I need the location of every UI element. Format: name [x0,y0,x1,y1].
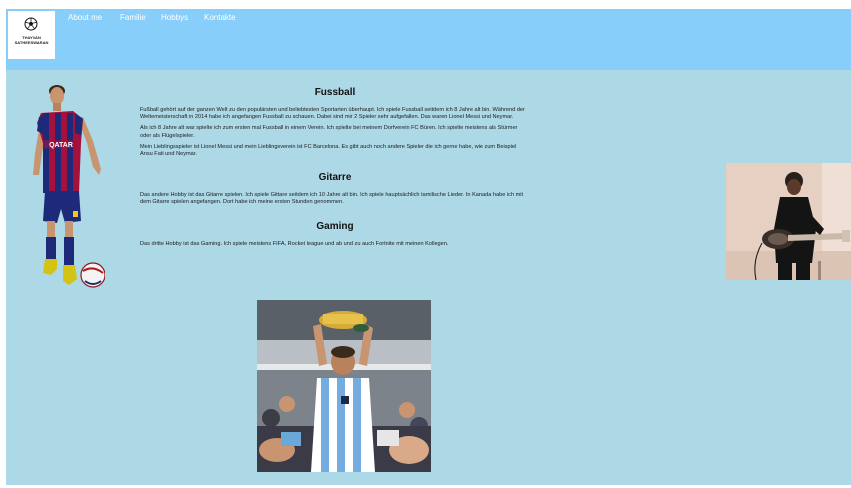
section-gitarre: Gitarre Das andere Hobby ist das Gitarre… [140,172,530,206]
logo-text: THAYVAN SATHEESWARAN [8,35,55,45]
main-content: Fussball Fußball gehört auf der ganzen W… [140,87,530,248]
messi-barcelona-photo: QATAR [21,83,105,293]
soccer-ball-icon [24,17,38,31]
logo-text-line2: SATHEESWARAN [14,40,49,45]
section-title-gitarre: Gitarre [318,172,352,184]
section-title-gaming: Gaming [316,220,354,232]
nav-link-familie[interactable]: Familie [120,13,146,22]
fussball-paragraph-3: Mein Lieblingsspieler ist Lionel Messi u… [140,143,517,158]
messi-trophy-photo [257,300,431,472]
guitar-player-photo [726,163,851,280]
nav-link-hobbys[interactable]: Hobbys [161,13,188,22]
top-navigation-bar: THAYVAN SATHEESWARAN About me Familie Ho… [6,9,851,70]
nav-link-kontakte[interactable]: Kontakte [204,13,236,22]
svg-text:QATAR: QATAR [49,142,73,149]
section-gaming: Gaming Das dritte Hobby ist das Gaming. … [140,221,530,248]
gaming-paragraph-1: Das dritte Hobby ist das Gaming. Ich spi… [140,240,449,247]
site-logo[interactable]: THAYVAN SATHEESWARAN [8,11,55,59]
section-title-fussball: Fussball [314,87,356,98]
nav-link-about-me[interactable]: About me [68,13,102,22]
fussball-paragraph-1: Fußball gehört auf der ganzen Welt zu de… [140,107,525,121]
fussball-paragraph-2: Als ich 8 Jahre alt war spielte ich zum … [140,125,518,139]
section-fussball: Fussball Fußball gehört auf der ganzen W… [140,87,530,158]
page-frame: THAYVAN SATHEESWARAN About me Familie Ho… [6,9,851,485]
gitarre-paragraph-1: Das andere Hobby ist das Gitarre spielen… [140,192,524,206]
